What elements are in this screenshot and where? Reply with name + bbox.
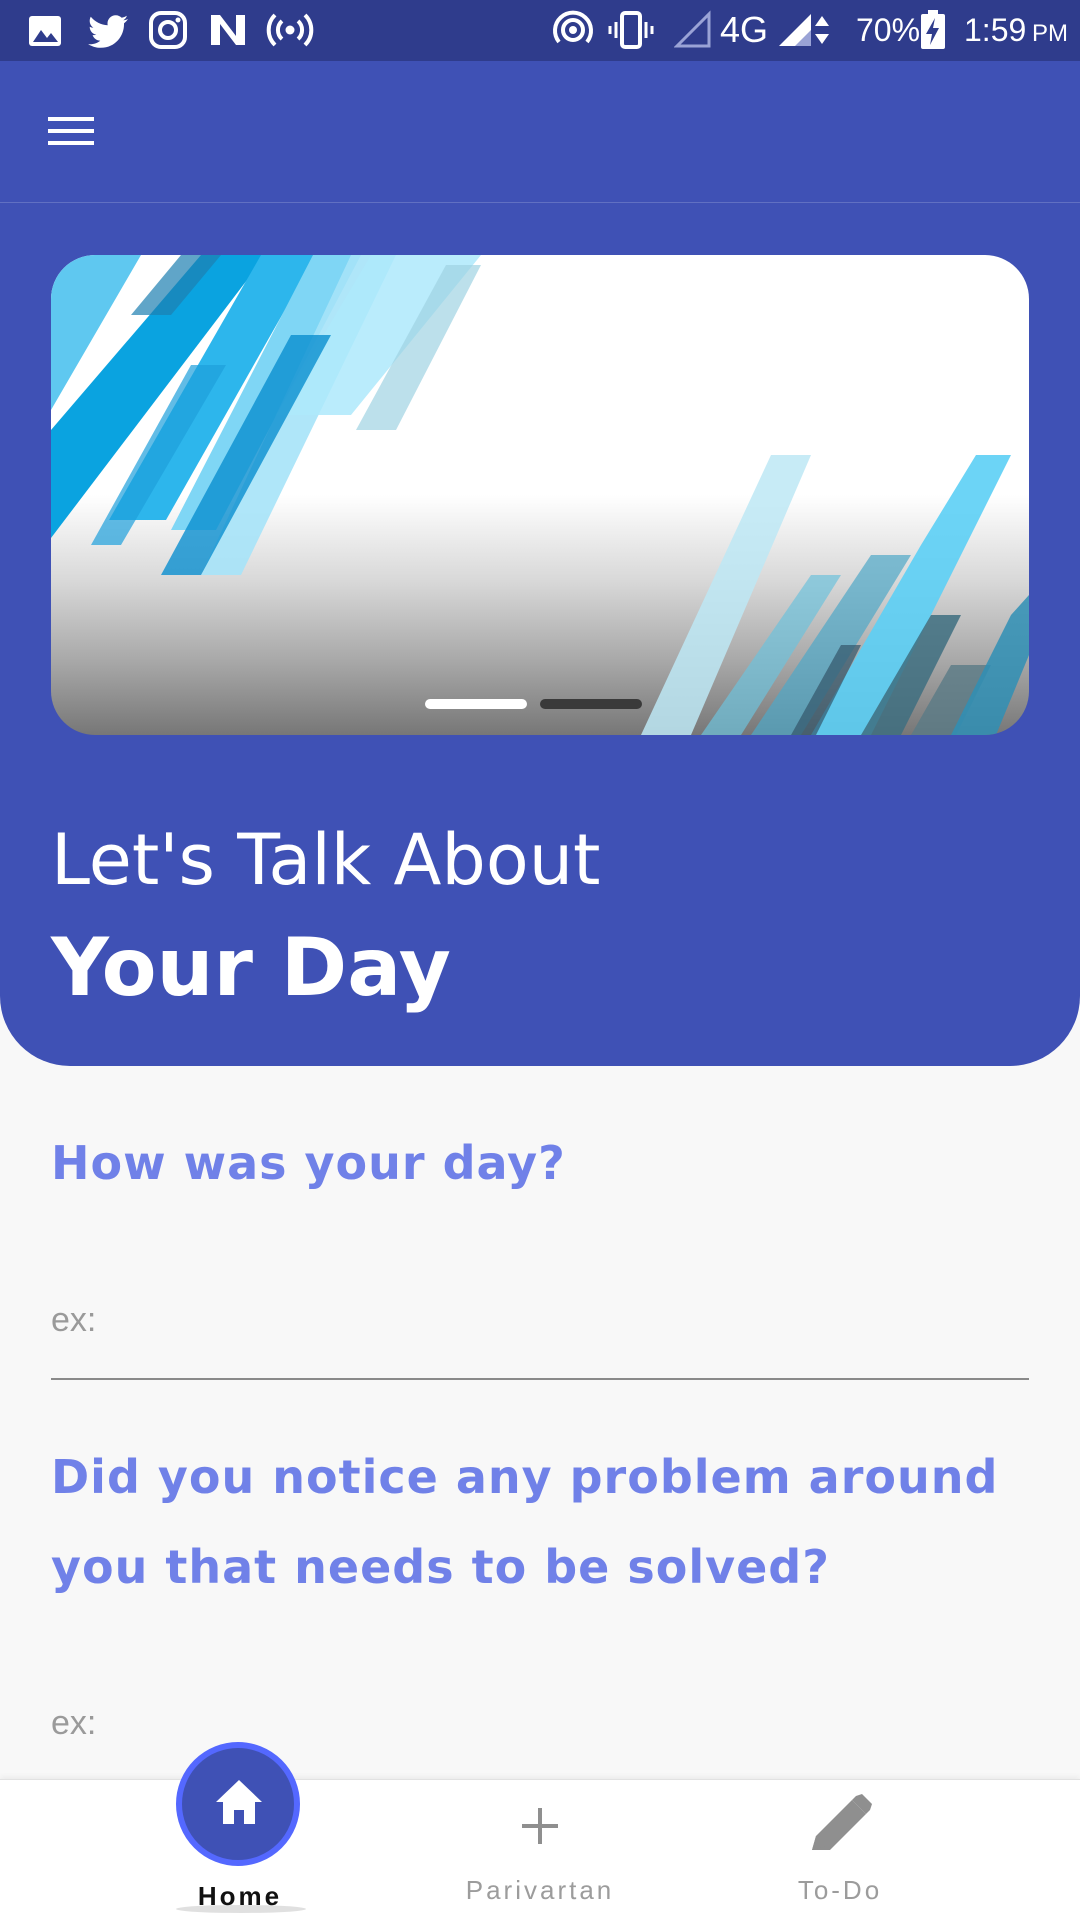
status-bar: 4G 70% 1:59 PM — [0, 0, 1080, 61]
nav-label-parivartan: Parivartan — [465, 1875, 615, 1905]
home-nav-shadow — [176, 1905, 306, 1913]
plus-icon — [522, 1808, 558, 1844]
hero-title: Your Day — [51, 921, 451, 1014]
app-bar — [0, 61, 1080, 203]
instagram-icon — [149, 11, 187, 49]
question-2-label: Did you notice any problem around you th… — [51, 1450, 999, 1594]
hamburger-menu-button[interactable] — [34, 101, 108, 161]
hamburger-menu-icon — [48, 117, 94, 145]
signal-empty-icon — [674, 10, 711, 48]
battery-charging-icon — [921, 10, 945, 49]
bottom-navigation: Home Parivartan To-Do — [0, 1779, 1080, 1920]
gallery-icon — [29, 16, 61, 46]
hero-subtitle: Let's Talk About — [51, 819, 601, 901]
nav-item-parivartan[interactable]: Parivartan — [390, 1780, 690, 1920]
home-button[interactable] — [176, 1742, 300, 1866]
banner-graphic — [51, 255, 1029, 735]
signal-4g-icon — [779, 14, 829, 46]
home-icon — [216, 1780, 262, 1824]
question-1-input[interactable] — [51, 1290, 1029, 1350]
n-app-icon — [211, 15, 245, 45]
nav-label-todo: To-Do — [797, 1875, 883, 1905]
question-1-label: How was your day? — [51, 1136, 566, 1190]
carousel-indicator-2[interactable] — [540, 699, 642, 709]
carousel-indicator-1[interactable] — [425, 699, 527, 709]
app-screen: 4G 70% 1:59 PM Let's Talk About Your Day… — [0, 0, 1080, 1920]
network-type-label: 4G — [720, 9, 769, 50]
clock-ampm: PM — [1032, 20, 1068, 47]
clock-time: 1:59 — [964, 12, 1027, 48]
battery-percent: 70% — [856, 12, 921, 48]
nav-item-todo[interactable]: To-Do — [690, 1780, 990, 1920]
vibrate-icon — [608, 11, 654, 49]
question-1-underline — [51, 1378, 1029, 1380]
wireless-icon — [553, 10, 593, 44]
question-2-input[interactable] — [51, 1693, 1029, 1753]
hotspot-broadcast-icon — [266, 13, 314, 47]
pencil-icon — [812, 1794, 872, 1850]
banner-carousel[interactable] — [51, 255, 1029, 735]
twitter-icon — [88, 15, 128, 48]
